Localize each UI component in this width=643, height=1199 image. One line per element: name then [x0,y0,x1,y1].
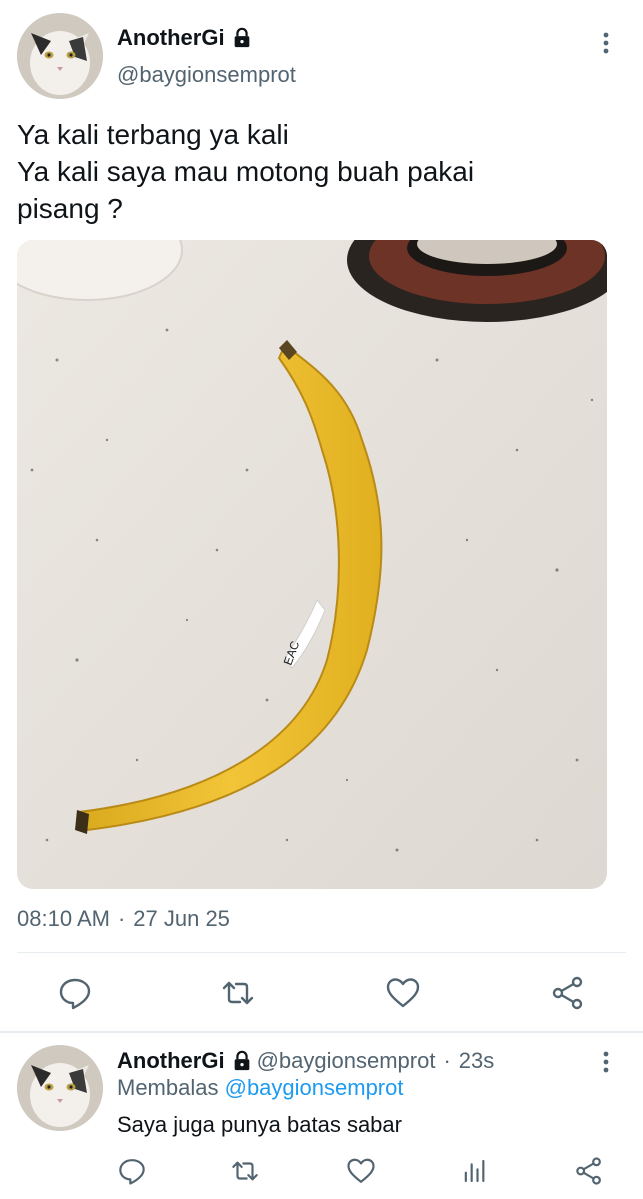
display-name[interactable]: AnotherGi [117,25,225,51]
tweet-text-line: Ya kali terbang ya kali [17,119,289,150]
more-vertical-icon[interactable] [596,30,616,56]
retweet-icon[interactable] [220,975,256,1011]
reply-header: AnotherGi @baygionsemprot · 23s [117,1048,494,1074]
replying-prefix: Membalas [117,1075,219,1100]
divider [17,952,626,953]
lock-icon [234,27,249,48]
meta-separator: · [443,1048,451,1073]
tweet-text-line: pisang ? [17,193,123,224]
reply-icon[interactable] [57,975,93,1011]
replying-to: Membalas @baygionsemprot [117,1075,403,1101]
cat-avatar-image [17,13,103,99]
reply-time[interactable]: 23s [459,1048,494,1074]
main-tweet: AnotherGi @baygionsemprot Ya kali terban… [0,0,643,1030]
reply-icon[interactable] [117,1156,147,1186]
tweet-text-line: Ya kali saya mau motong buah pakai [17,156,475,187]
lock-icon [234,1050,249,1071]
tweet-actions-bar [0,972,643,1014]
tweet-media-image[interactable]: EAC [17,240,607,889]
user-handle[interactable]: @baygionsemprot [117,62,296,88]
display-name[interactable]: AnotherGi [117,1048,225,1074]
cat-avatar-image [17,1045,103,1131]
user-avatar[interactable] [17,1045,103,1131]
tweet-timestamp[interactable]: 08:10 AM · 27 Jun 25 [17,906,230,932]
retweet-icon[interactable] [230,1156,260,1186]
reply-text: Saya juga punya batas sabar [117,1112,402,1137]
analytics-icon[interactable] [460,1156,490,1186]
meta-separator: · [117,906,126,931]
user-handle[interactable]: @baygionsemprot [257,1048,436,1074]
banana-photo: EAC [17,240,607,889]
share-icon[interactable] [574,1156,604,1186]
heart-icon[interactable] [346,1156,376,1186]
tweet-date: 27 Jun 25 [133,906,230,931]
share-icon[interactable] [550,975,586,1011]
tweet-text: Ya kali terbang ya kali Ya kali saya mau… [17,116,617,227]
tweet-time: 08:10 AM [17,906,110,931]
reply-tweet[interactable]: AnotherGi @baygionsemprot · 23s Membalas… [0,1033,643,1199]
more-vertical-icon[interactable] [596,1049,616,1075]
mention-link[interactable]: @baygionsemprot [225,1075,404,1100]
display-name-row[interactable]: AnotherGi [117,25,253,51]
user-avatar[interactable] [17,13,103,99]
heart-icon[interactable] [385,975,421,1011]
reply-actions-bar [0,1153,643,1189]
